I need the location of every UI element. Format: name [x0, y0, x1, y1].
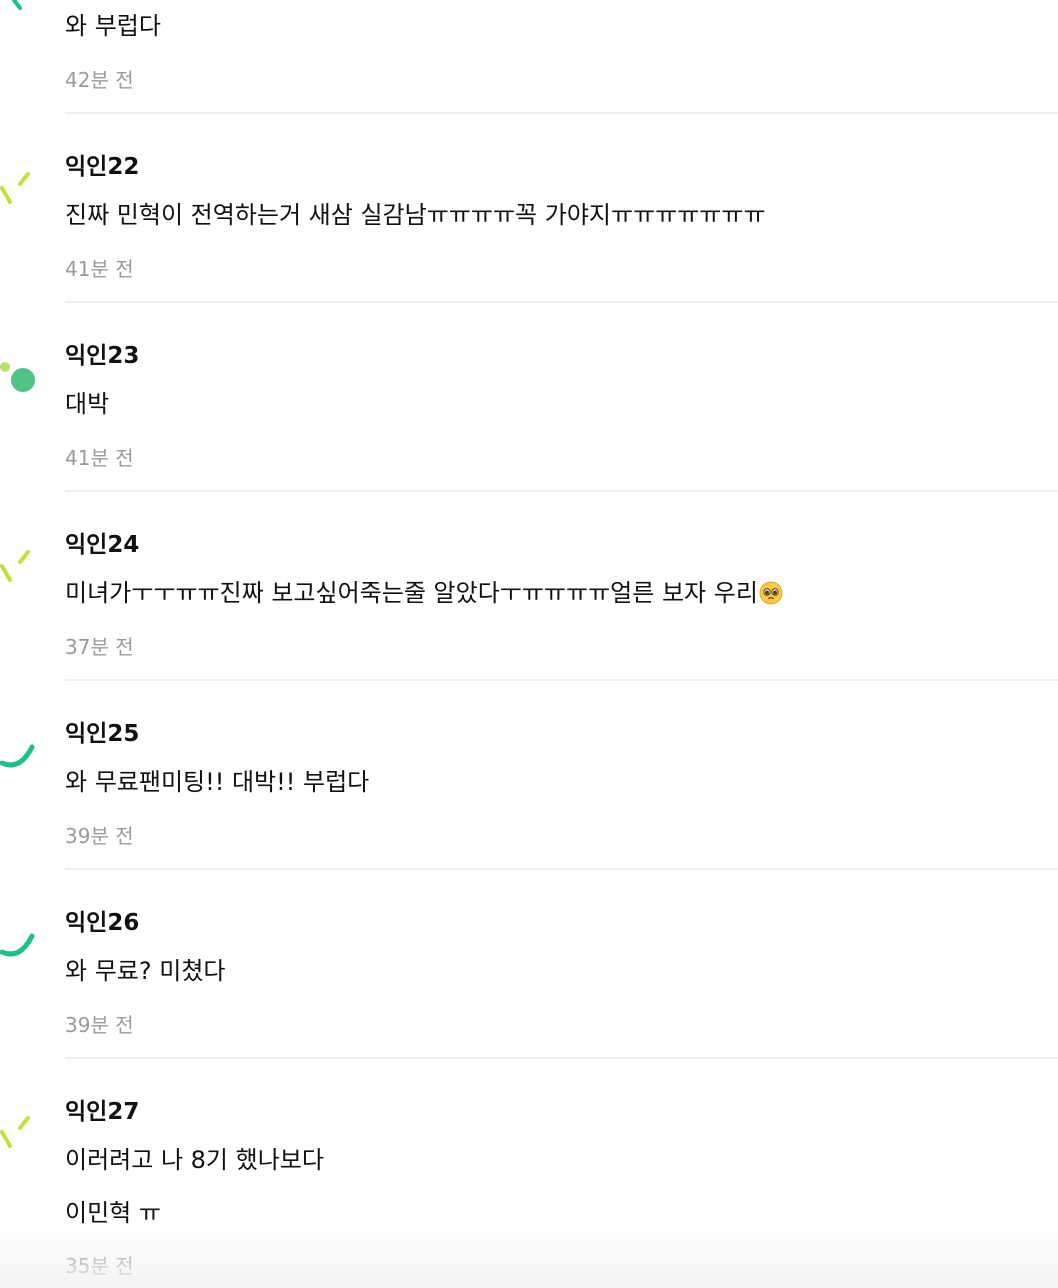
dash-pair-avatar-icon	[0, 548, 40, 588]
comment-text: 이러려고 나 8기 했나보다	[65, 1146, 324, 1174]
bottom-fade-overlay	[0, 1228, 1058, 1288]
comment-text: 이민혁 ㅠ	[65, 1199, 161, 1227]
comment-author[interactable]: 익인27	[65, 1098, 139, 1126]
comment-text: 미녀가ㅜㅜㅠㅠ진짜 보고싶어죽는줄 알았다ㅜㅠㅠㅠㅠ얼른 보자 우리	[65, 579, 758, 607]
divider	[65, 301, 1058, 303]
comment-time: 39분 전	[65, 1013, 134, 1037]
green-arc-avatar-icon	[0, 922, 40, 962]
divider	[65, 490, 1058, 492]
comment-text: 와 무료? 미쳤다	[65, 957, 226, 985]
comment-author[interactable]: 익인25	[65, 720, 139, 748]
divider	[65, 868, 1058, 870]
comment-thread: 와 부럽다 42분 전 익인22 진짜 민혁이 전역하는거 새삼 실감남ㅠㅠㅠㅠ…	[0, 0, 1058, 1288]
dash-pair-avatar-icon	[0, 1114, 40, 1154]
comment-text: 대박	[65, 390, 110, 418]
green-arc-avatar-icon	[0, 733, 40, 773]
comment-author[interactable]: 익인23	[65, 342, 139, 370]
comment-author[interactable]: 익인26	[65, 909, 139, 937]
pleading-face-emoji	[759, 581, 783, 605]
divider	[65, 679, 1058, 681]
green-dots-avatar-icon	[0, 358, 40, 398]
comment-time: 37분 전	[65, 635, 134, 659]
comment-time: 41분 전	[65, 257, 134, 281]
comment-time: 41분 전	[65, 446, 134, 470]
comment-author[interactable]: 익인24	[65, 531, 139, 559]
partial-yellow-dash-avatar-icon	[0, 0, 40, 32]
divider	[65, 112, 1058, 114]
comment-text: 와 무료팬미팅!! 대박!! 부럽다	[65, 768, 370, 796]
divider	[65, 1057, 1058, 1059]
dash-pair-avatar-icon	[0, 170, 40, 210]
comment-author[interactable]: 익인22	[65, 153, 139, 181]
comment-text-row: 미녀가ㅜㅜㅠㅠ진짜 보고싶어죽는줄 알았다ㅜㅠㅠㅠㅠ얼른 보자 우리	[65, 578, 783, 608]
comment-text: 진짜 민혁이 전역하는거 새삼 실감남ㅠㅠㅠㅠ꼭 가야지ㅠㅠㅠㅠㅠㅠㅠ	[65, 201, 766, 229]
comment-time: 35분 전	[65, 1254, 134, 1278]
comment-time: 42분 전	[65, 68, 134, 92]
comment-time: 39분 전	[65, 824, 134, 848]
comment-text: 와 부럽다	[65, 12, 161, 40]
